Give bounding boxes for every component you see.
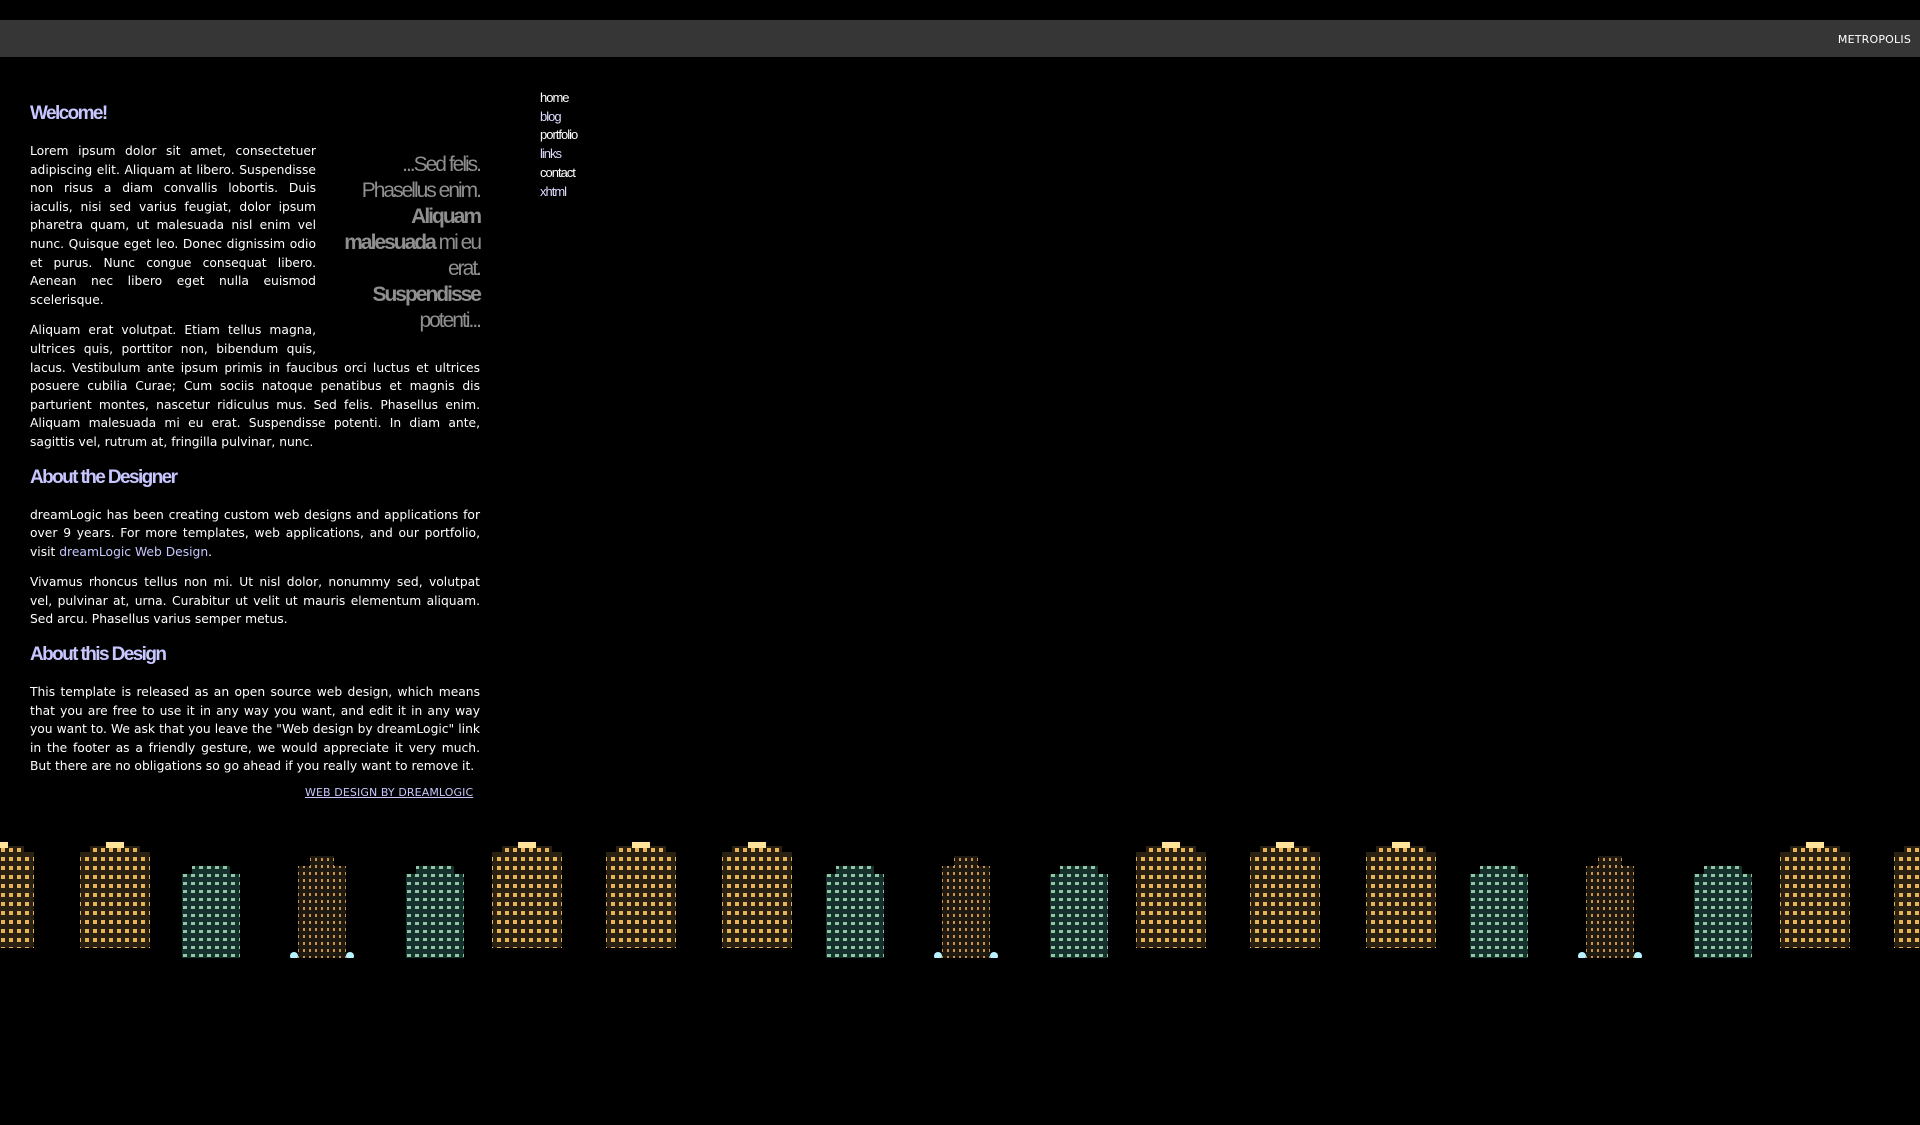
pullquote-bold-3: Suspendisse	[372, 283, 482, 306]
designer-heading: About the Designer	[30, 466, 178, 488]
dreamlogic-link[interactable]: dreamLogic Web Design	[59, 545, 208, 559]
pullquote: ...Sed felis. Phasellus enim. Aliquam ma…	[330, 152, 482, 334]
nav-item-xhtml[interactable]: xhtml	[540, 183, 577, 202]
designer-text-after: .	[208, 544, 213, 559]
site-title[interactable]: METROPOLIS	[1838, 33, 1911, 46]
welcome-paragraph-2: Aliquam erat volutpat. Etiam tellus magn…	[30, 323, 480, 449]
top-bar: METROPOLIS	[0, 20, 1920, 57]
nav-item-home[interactable]: home	[540, 89, 577, 108]
nav-item-blog[interactable]: blog	[540, 108, 577, 127]
designer-paragraph-2: Vivamus rhoncus tellus non mi. Ut nisl d…	[30, 575, 480, 627]
nav-menu: home blog portfolio links contact xhtml	[540, 89, 578, 202]
design-heading: About this Design	[30, 644, 167, 666]
nav-item-links[interactable]: links	[540, 145, 577, 164]
welcome-heading: Welcome!	[30, 103, 108, 124]
pullquote-line-4: erat.	[447, 257, 482, 280]
footer-link[interactable]: WEB DESIGN BY DREAMLOGIC	[305, 786, 473, 799]
pullquote-line-5: potenti...	[419, 309, 482, 332]
pullquote-bold-2: malesuada	[344, 231, 437, 254]
pullquote-line-1: ...Sed felis.	[402, 153, 482, 176]
nav-item-portfolio[interactable]: portfolio	[540, 126, 578, 145]
design-paragraph-1: This template is released as an open sou…	[30, 685, 480, 774]
pullquote-line-3: mi eu	[434, 231, 482, 254]
main-content: Welcome! ...Sed felis. Phasellus enim. A…	[30, 100, 482, 788]
city-skyline-banner	[0, 842, 1920, 958]
pullquote-bold-1: Aliquam	[411, 205, 482, 228]
designer-paragraph-1: dreamLogic has been creating custom web …	[30, 506, 480, 562]
skyline-buildings	[0, 842, 1920, 958]
pullquote-line-2: Phasellus enim.	[361, 179, 482, 202]
nav-item-contact[interactable]: contact	[540, 164, 577, 183]
